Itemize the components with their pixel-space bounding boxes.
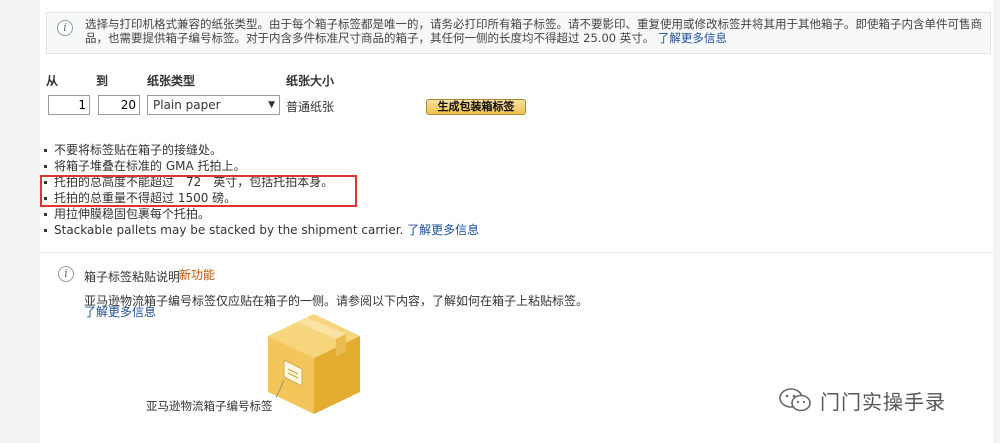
watermark: 门门实操手录 <box>778 385 946 415</box>
illustration-caption: 亚马逊物流箱子编号标签 <box>146 399 273 413</box>
paper-type-notice: i 选择与打印机格式兼容的纸张类型。由于每个箱子标签都是唯一的，请务必打印所有箱… <box>46 12 991 54</box>
list-item: 不要将标签贴在箱子的接缝处。 <box>44 142 744 158</box>
rule-text: 将箱子堆叠在标准的 GMA 托拍上。 <box>54 159 246 173</box>
notice-body: 选择与打印机格式兼容的纸张类型。由于每个箱子标签都是唯一的，请务必打印所有箱子标… <box>85 17 982 45</box>
to-label: 到 <box>96 74 109 88</box>
dropdown-arrow-icon: ▼ <box>268 100 275 110</box>
paper-type-selected: Plain paper <box>153 98 221 112</box>
left-page-margin <box>0 0 40 443</box>
paper-size-label: 纸张大小 <box>286 74 335 88</box>
wechat-logo-icon <box>779 388 811 412</box>
list-item: Stackable pallets may be stacked by the … <box>44 222 744 238</box>
notice-learn-more-link[interactable]: 了解更多信息 <box>658 31 727 45</box>
bullet-icon <box>44 149 47 152</box>
new-feature-badge: 新功能 <box>179 268 216 282</box>
paper-type-label: 纸张类型 <box>147 74 196 88</box>
instructions-learn-more-link[interactable]: 了解更多信息 <box>84 303 156 320</box>
bullet-icon <box>44 229 47 232</box>
to-input[interactable] <box>98 95 140 115</box>
info-icon: i <box>57 20 73 36</box>
from-label: 从 <box>46 74 59 88</box>
rule-text: Stackable pallets may be stacked by the … <box>54 223 404 237</box>
highlight-annotation-box <box>40 175 357 207</box>
list-item: 用拉伸膜稳固包裹每个托拍。 <box>44 206 744 222</box>
bullet-icon <box>44 213 47 216</box>
paper-type-select[interactable]: Plain paper ▼ <box>147 95 280 115</box>
instructions-description: 亚马逊物流箱子编号标签仅应贴在箱子的一侧。请参阅以下内容，了解如何在箱子上粘贴标… <box>84 294 589 308</box>
generate-box-labels-button[interactable]: 生成包装箱标签 <box>426 99 526 115</box>
rule-text: 用拉伸膜稳固包裹每个托拍。 <box>54 207 211 221</box>
stackable-learn-more-link[interactable]: 了解更多信息 <box>407 223 479 237</box>
watermark-text: 门门实操手录 <box>820 389 946 414</box>
info-icon: i <box>58 266 74 282</box>
box-icon <box>268 314 360 414</box>
section-divider <box>40 252 993 253</box>
instructions-title: 箱子标签粘贴说明 <box>84 270 181 284</box>
paper-size-value: 普通纸张 <box>286 100 335 114</box>
from-input[interactable] <box>48 95 90 115</box>
right-page-margin <box>993 0 1000 443</box>
bullet-icon <box>44 165 47 168</box>
list-item: 将箱子堆叠在标准的 GMA 托拍上。 <box>44 158 744 174</box>
notice-text: 选择与打印机格式兼容的纸张类型。由于每个箱子标签都是唯一的，请务必打印所有箱子标… <box>85 17 985 45</box>
rule-text: 不要将标签贴在箱子的接缝处。 <box>54 143 223 157</box>
